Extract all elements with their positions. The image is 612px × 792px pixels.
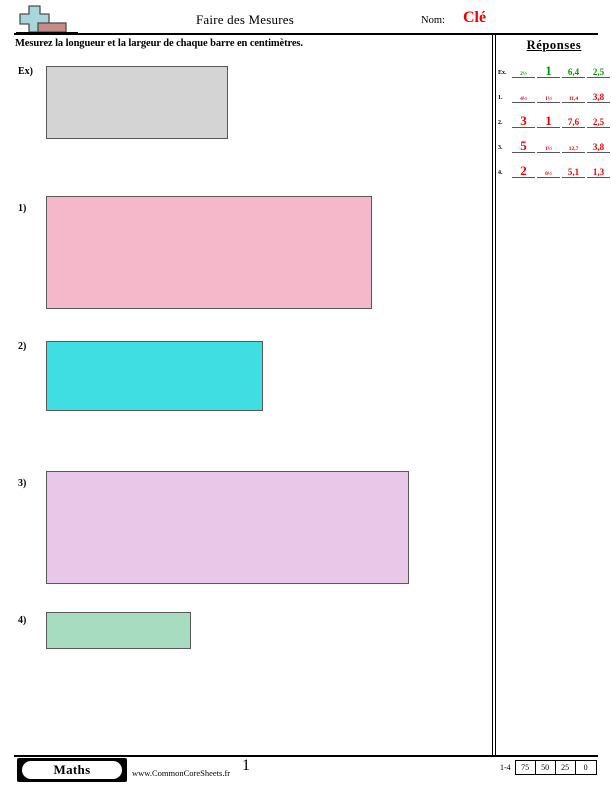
name-label: Nom:	[421, 15, 445, 26]
answer-value: 6,4	[567, 67, 580, 77]
answer-value: 1	[545, 113, 552, 128]
answer-blank[interactable]: 7,6	[562, 114, 585, 128]
answers-panel: Réponses Ex. 2½ 1 6,4 2,5 1. 4½ 1½ 11,4 3,8 2. 3 1 7,…	[498, 38, 610, 178]
answer-value: 2,5	[592, 67, 605, 77]
answer-blank[interactable]: 3,8	[587, 139, 610, 153]
answer-row-index: 4.	[498, 170, 503, 176]
answer-row-index: 3.	[498, 145, 503, 151]
measurement-bar	[46, 196, 372, 309]
answer-value: 11,4	[568, 95, 579, 102]
answer-value: 3	[520, 113, 527, 128]
measurement-bar	[46, 66, 228, 139]
answer-value: 2	[520, 163, 527, 178]
answer-value: 4½	[520, 95, 527, 102]
name-value: Clé	[463, 9, 487, 26]
problem-number: Ex)	[18, 66, 33, 77]
score-table: 75 50 25 0	[514, 760, 597, 775]
answer-blank[interactable]: 1,3	[587, 164, 610, 178]
answer-blank[interactable]: 6,4	[562, 64, 585, 78]
score-cell: 75	[516, 761, 536, 774]
answer-value: 2½	[520, 70, 527, 77]
answer-blank[interactable]: 1	[537, 114, 560, 128]
instructions-text: Mesurez la longueur et la largeur de cha…	[15, 38, 303, 49]
answers-list: Ex. 2½ 1 6,4 2,5 1. 4½ 1½ 11,4 3,8 2. 3 1 7,6 2,5 3. 5 1½…	[498, 59, 610, 178]
answer-value: 1,3	[592, 167, 605, 177]
worksheet-page: Faire des Mesures Nom: Clé Mesurez la lo…	[0, 0, 612, 792]
answer-blank[interactable]: 11,4	[562, 89, 585, 103]
answer-blank[interactable]: 0½	[537, 164, 560, 178]
problem-number: 2)	[18, 341, 27, 352]
answer-row: Ex. 2½ 1 6,4 2,5	[498, 59, 610, 78]
answer-value: 12,7	[568, 145, 579, 152]
answers-title: Réponses	[526, 38, 582, 52]
page-header: Faire des Mesures Nom: Clé	[0, 0, 612, 35]
answer-row: 3. 5 1½ 12,7 3,8	[498, 134, 610, 153]
answer-blank[interactable]: 1½	[537, 89, 560, 103]
answer-row-index: Ex.	[498, 70, 507, 76]
answer-blank[interactable]: 5	[512, 139, 535, 153]
measurement-bar	[46, 341, 263, 411]
score-range-label: 1-4	[500, 763, 511, 772]
page-title: Faire des Mesures	[196, 12, 294, 27]
answer-row: 2. 3 1 7,6 2,5	[498, 109, 610, 128]
answer-value: 0½	[545, 170, 552, 177]
answer-value: 3,8	[592, 92, 605, 102]
answer-row-index: 1.	[498, 95, 503, 101]
answer-blank[interactable]: 2,5	[587, 114, 610, 128]
answer-blank[interactable]: 2½	[512, 64, 535, 78]
problem-number: 3)	[18, 478, 27, 489]
problems-area: Ex) 1) 2) 3) 4)	[0, 56, 492, 736]
answer-blank[interactable]: 5,1	[562, 164, 585, 178]
answer-row: 1. 4½ 1½ 11,4 3,8	[498, 84, 610, 103]
answer-blank[interactable]: 1	[537, 64, 560, 78]
score-cell: 0	[583, 763, 588, 772]
problem-number: 1)	[18, 203, 27, 214]
score-cell: 25	[556, 761, 576, 774]
header-divider	[14, 33, 598, 35]
answer-value: 1	[545, 63, 552, 78]
answer-blank[interactable]: 2,5	[587, 64, 610, 78]
answer-blank[interactable]: 4½	[512, 89, 535, 103]
answer-value: 1½	[545, 145, 552, 152]
answer-row-index: 2.	[498, 120, 503, 126]
answer-blank[interactable]: 1½	[537, 139, 560, 153]
answer-blank[interactable]: 3	[512, 114, 535, 128]
answer-blank[interactable]: 2	[512, 164, 535, 178]
page-number: 1	[242, 757, 250, 774]
answer-value: 7,6	[567, 117, 580, 127]
score-cell: 50	[536, 761, 556, 774]
answer-value: 5	[520, 138, 527, 153]
problem-number: 4)	[18, 615, 27, 626]
answer-value: 3,8	[592, 142, 605, 152]
measurement-bar	[46, 612, 191, 649]
measurement-bar	[46, 471, 409, 584]
answer-row: 4. 2 0½ 5,1 1,3	[498, 159, 610, 178]
answer-value: 5,1	[567, 167, 580, 177]
answer-value: 2,5	[592, 117, 605, 127]
column-divider	[492, 34, 497, 756]
answer-value: 1½	[545, 95, 552, 102]
answer-blank[interactable]: 3,8	[587, 89, 610, 103]
answer-blank[interactable]: 12,7	[562, 139, 585, 153]
score-box: 1-4 75 50 25 0	[500, 760, 597, 775]
